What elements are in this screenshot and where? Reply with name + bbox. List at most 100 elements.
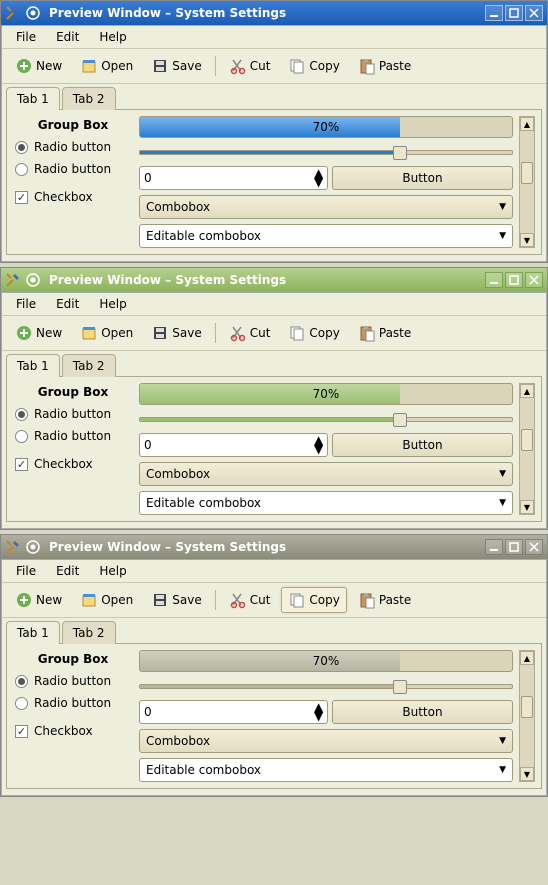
oxygen-icon	[25, 272, 41, 288]
oxygen-icon	[25, 5, 41, 21]
tab-2[interactable]: Tab 2	[62, 87, 116, 110]
tab-panel: Group Box Radio button Radio button ✓Che…	[6, 376, 542, 522]
paste-button[interactable]: Paste	[351, 53, 418, 79]
copy-button[interactable]: Copy	[281, 53, 346, 79]
combobox[interactable]: Combobox ▼	[139, 195, 513, 219]
menu-help[interactable]: Help	[91, 295, 134, 313]
checkbox[interactable]: ✓Checkbox	[13, 453, 133, 475]
close-button[interactable]	[525, 272, 543, 288]
scroll-up-icon[interactable]: ▲	[520, 384, 534, 398]
spinbox[interactable]: 0 ▲▼	[139, 700, 328, 724]
cut-button[interactable]: Cut	[222, 587, 278, 613]
save-button[interactable]: Save	[144, 587, 208, 613]
radio-1[interactable]: Radio button	[13, 403, 133, 425]
copy-button[interactable]: Copy	[281, 320, 346, 346]
maximize-button[interactable]	[505, 539, 523, 555]
button[interactable]: Button	[332, 166, 513, 190]
tab-1[interactable]: Tab 1	[6, 87, 60, 110]
scroll-thumb[interactable]	[521, 162, 533, 184]
spinbox[interactable]: 0 ▲▼	[139, 433, 328, 457]
minimize-button[interactable]	[485, 539, 503, 555]
copy-icon	[288, 591, 306, 609]
new-button[interactable]: New	[8, 587, 69, 613]
cut-button[interactable]: Cut	[222, 53, 278, 79]
tabbar: Tab 1 Tab 2	[6, 86, 542, 109]
paste-button[interactable]: Paste	[351, 587, 418, 613]
save-icon	[151, 57, 169, 75]
menu-file[interactable]: File	[8, 295, 44, 313]
preview-window: Preview Window – System Settings File Ed…	[0, 534, 548, 797]
radio-1[interactable]: Radio button	[13, 670, 133, 692]
close-button[interactable]	[525, 5, 543, 21]
radio-2[interactable]: Radio button	[13, 158, 133, 180]
checkbox[interactable]: ✓Checkbox	[13, 186, 133, 208]
new-button[interactable]: New	[8, 320, 69, 346]
save-button[interactable]: Save	[144, 53, 208, 79]
editable-combobox[interactable]: Editable combobox ▼	[139, 758, 513, 782]
scroll-thumb[interactable]	[521, 429, 533, 451]
groupbox: Group Box Radio button Radio button ✓Che…	[13, 383, 133, 515]
menu-file[interactable]: File	[8, 562, 44, 580]
radio-icon	[15, 163, 28, 176]
spin-down-icon[interactable]: ▼	[314, 178, 324, 187]
spin-down-icon[interactable]: ▼	[314, 712, 324, 721]
progressbar: 70%	[139, 383, 513, 405]
radio-2[interactable]: Radio button	[13, 692, 133, 714]
radio-2[interactable]: Radio button	[13, 425, 133, 447]
slider[interactable]	[139, 410, 513, 428]
progress-text: 70%	[140, 654, 512, 668]
close-button[interactable]	[525, 539, 543, 555]
spinbox[interactable]: 0 ▲▼	[139, 166, 328, 190]
combobox[interactable]: Combobox ▼	[139, 729, 513, 753]
checkbox[interactable]: ✓Checkbox	[13, 720, 133, 742]
spin-down-icon[interactable]: ▼	[314, 445, 324, 454]
menu-help[interactable]: Help	[91, 562, 134, 580]
cut-button[interactable]: Cut	[222, 320, 278, 346]
tab-1[interactable]: Tab 1	[6, 354, 60, 377]
titlebar[interactable]: Preview Window – System Settings	[1, 535, 547, 559]
editable-combobox[interactable]: Editable combobox ▼	[139, 491, 513, 515]
menu-edit[interactable]: Edit	[48, 28, 87, 46]
copy-button[interactable]: Copy	[281, 587, 346, 613]
save-button[interactable]: Save	[144, 320, 208, 346]
scroll-down-icon[interactable]: ▼	[520, 500, 534, 514]
slider[interactable]	[139, 143, 513, 161]
titlebar[interactable]: Preview Window – System Settings	[1, 1, 547, 25]
new-icon	[15, 57, 33, 75]
paste-icon	[358, 591, 376, 609]
tab-2[interactable]: Tab 2	[62, 621, 116, 644]
radio-1[interactable]: Radio button	[13, 136, 133, 158]
minimize-button[interactable]	[485, 272, 503, 288]
open-button[interactable]: Open	[73, 53, 140, 79]
menu-help[interactable]: Help	[91, 28, 134, 46]
paste-button[interactable]: Paste	[351, 320, 418, 346]
scrollbar[interactable]: ▲ ▼	[519, 650, 535, 782]
open-icon	[80, 57, 98, 75]
scroll-up-icon[interactable]: ▲	[520, 651, 534, 665]
scroll-up-icon[interactable]: ▲	[520, 117, 534, 131]
editable-combobox[interactable]: Editable combobox ▼	[139, 224, 513, 248]
tab-2[interactable]: Tab 2	[62, 354, 116, 377]
menu-edit[interactable]: Edit	[48, 562, 87, 580]
scroll-down-icon[interactable]: ▼	[520, 233, 534, 247]
maximize-button[interactable]	[505, 5, 523, 21]
button[interactable]: Button	[332, 700, 513, 724]
titlebar[interactable]: Preview Window – System Settings	[1, 268, 547, 292]
new-button[interactable]: New	[8, 53, 69, 79]
scrollbar[interactable]: ▲ ▼	[519, 116, 535, 248]
preview-window: Preview Window – System Settings File Ed…	[0, 267, 548, 530]
maximize-button[interactable]	[505, 272, 523, 288]
tab-1[interactable]: Tab 1	[6, 621, 60, 644]
menu-edit[interactable]: Edit	[48, 295, 87, 313]
menu-file[interactable]: File	[8, 28, 44, 46]
button[interactable]: Button	[332, 433, 513, 457]
open-button[interactable]: Open	[73, 587, 140, 613]
combobox[interactable]: Combobox ▼	[139, 462, 513, 486]
scroll-thumb[interactable]	[521, 696, 533, 718]
scroll-down-icon[interactable]: ▼	[520, 767, 534, 781]
minimize-button[interactable]	[485, 5, 503, 21]
open-button[interactable]: Open	[73, 320, 140, 346]
scrollbar[interactable]: ▲ ▼	[519, 383, 535, 515]
chevron-down-icon: ▼	[499, 231, 506, 241]
slider[interactable]	[139, 677, 513, 695]
